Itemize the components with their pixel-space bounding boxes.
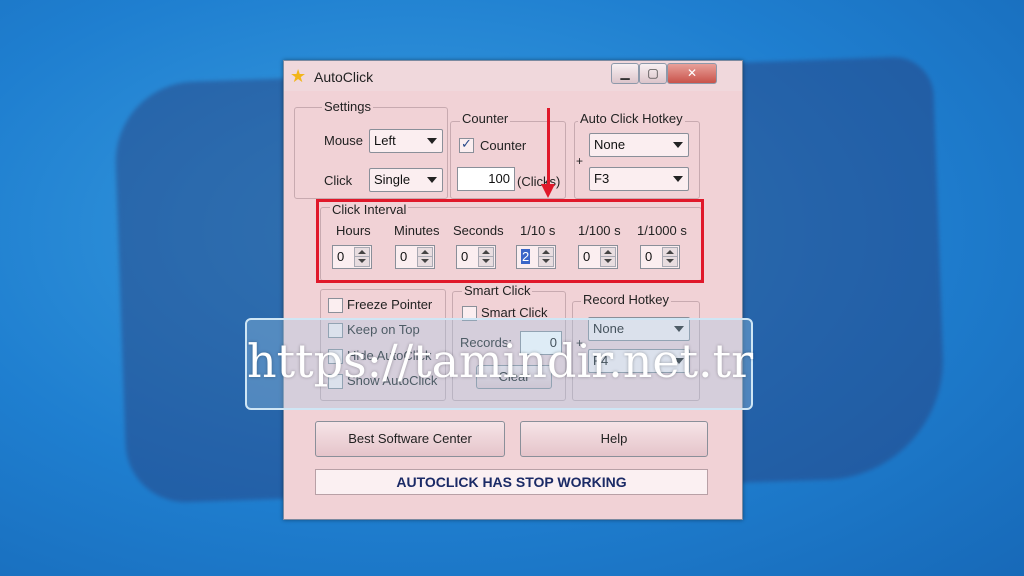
record-hotkey-label: Record Hotkey — [581, 292, 671, 307]
click-label: Click — [324, 173, 353, 188]
help-button[interactable]: Help — [520, 421, 708, 457]
chevron-down-icon — [427, 138, 437, 144]
freeze-pointer-checkbox[interactable] — [328, 298, 343, 313]
close-button[interactable]: ✕ — [667, 63, 717, 84]
star-icon: ★ — [290, 66, 307, 86]
counter-checkbox-label: Counter — [480, 138, 527, 153]
freeze-pointer-label: Freeze Pointer — [347, 297, 433, 312]
chevron-down-icon — [427, 177, 437, 183]
smart-click-label: Smart Click — [462, 283, 533, 298]
mouse-combo[interactable]: Left — [369, 129, 443, 153]
title-bar[interactable]: ★ AutoClick ▁ ▢ ✕ — [284, 61, 742, 91]
counter-input-value: 100 — [488, 171, 510, 186]
chevron-down-icon — [673, 176, 683, 182]
counter-label: Counter — [460, 111, 511, 126]
auto-hotkey-modifier-combo[interactable]: None — [589, 133, 689, 157]
status-bar: AUTOCLICK HAS STOP WORKING — [315, 469, 708, 495]
settings-label: Settings — [322, 99, 373, 114]
auto-hotkey-key-combo[interactable]: F3 — [589, 167, 689, 191]
auto-hotkey-modifier-value: None — [594, 137, 626, 152]
watermark-banner: https://tamindir.net.tr — [245, 318, 753, 410]
watermark-text: https://tamindir.net.tr — [247, 334, 754, 388]
chevron-down-icon — [673, 142, 683, 148]
plus-sign: + — [576, 154, 584, 168]
window-title: AutoClick — [314, 69, 374, 85]
best-software-center-button[interactable]: Best Software Center — [315, 421, 505, 457]
highlight-box — [316, 199, 704, 283]
minimize-button[interactable]: ▁ — [611, 63, 639, 84]
counter-checkbox[interactable] — [459, 136, 474, 153]
highlight-arrow-line — [547, 108, 550, 188]
arrow-down-icon — [541, 184, 555, 198]
click-combo[interactable]: Single — [369, 168, 443, 192]
maximize-button[interactable]: ▢ — [639, 63, 667, 84]
auto-hotkey-label: Auto Click Hotkey — [578, 111, 685, 126]
mouse-label: Mouse — [324, 133, 364, 148]
auto-hotkey-key-value: F3 — [594, 171, 610, 186]
mouse-combo-value: Left — [374, 133, 396, 148]
click-combo-value: Single — [374, 172, 411, 187]
autoclick-window: ★ AutoClick ▁ ▢ ✕ Settings Mouse Left Cl… — [283, 60, 743, 520]
counter-input[interactable]: 100 — [457, 167, 515, 191]
